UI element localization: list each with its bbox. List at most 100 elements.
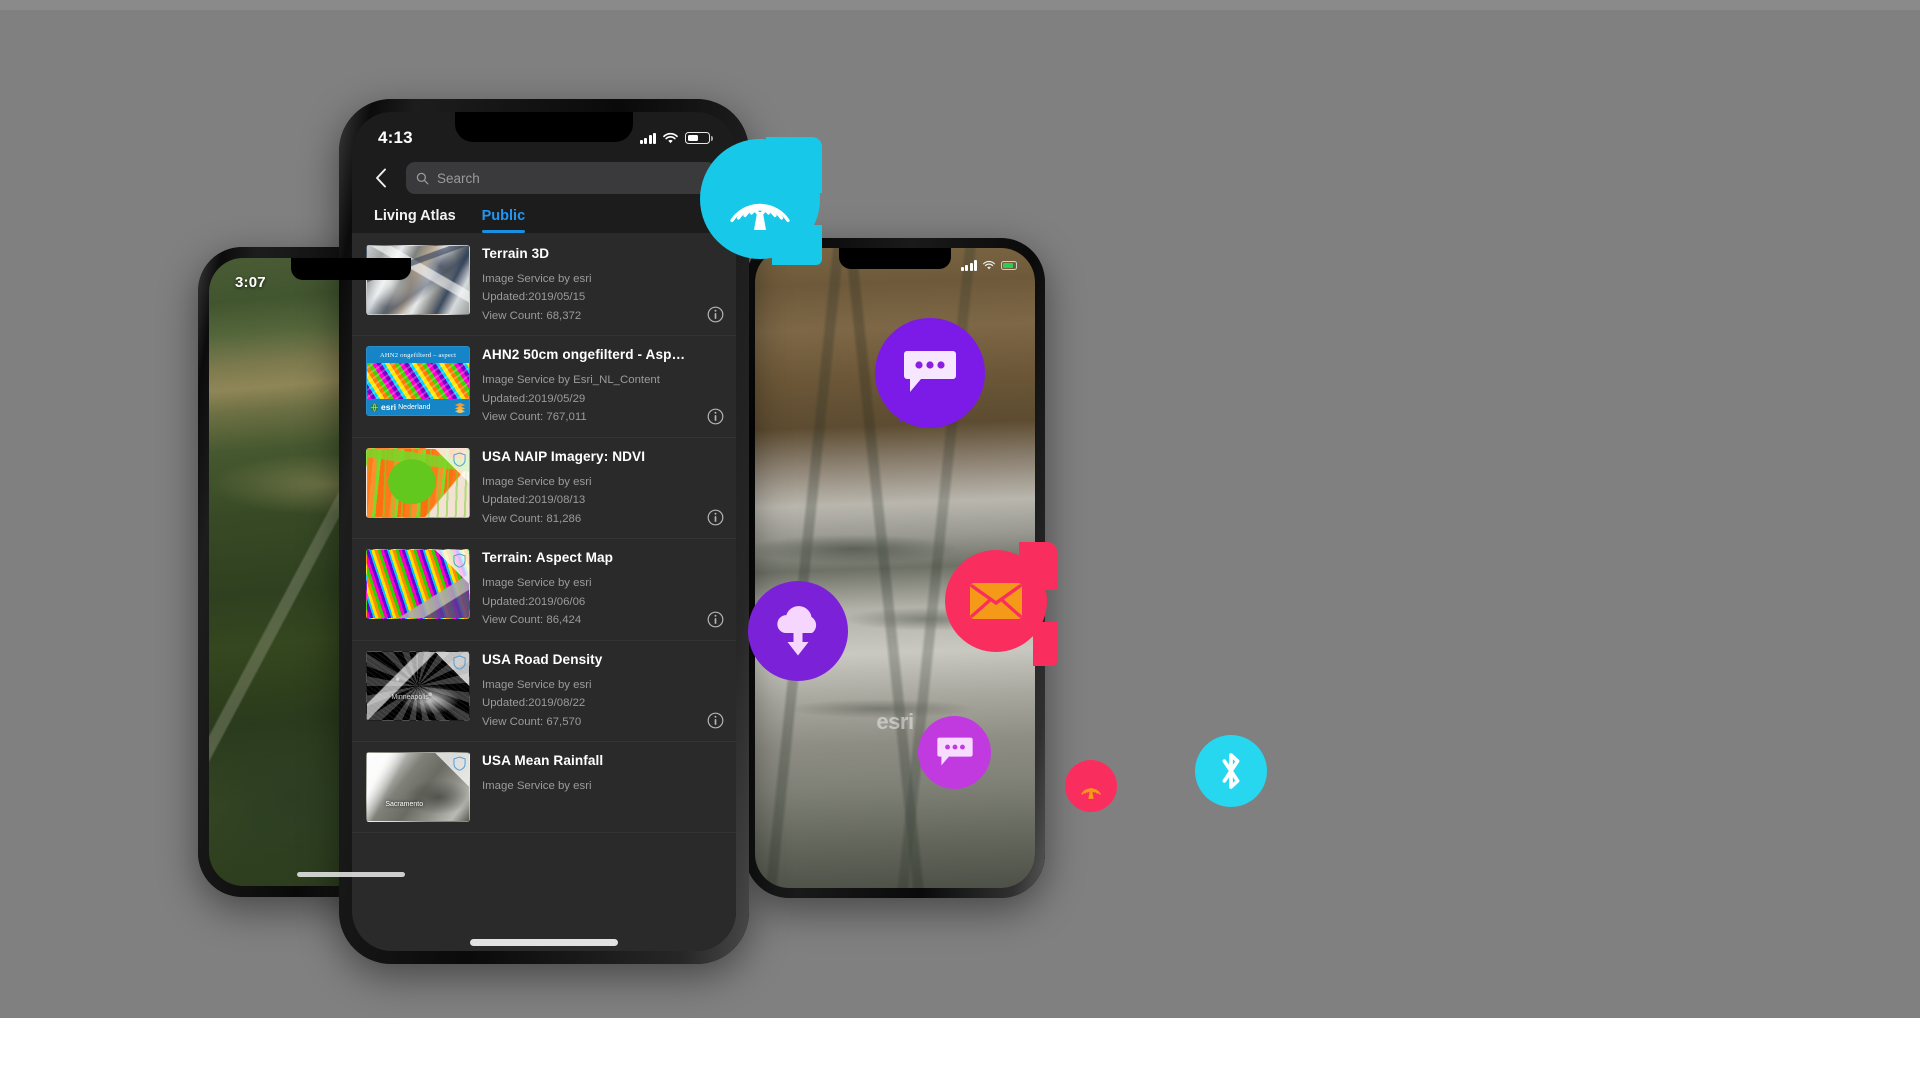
notch: [290, 258, 411, 280]
item-title: Terrain 3D: [482, 246, 550, 261]
tab-public[interactable]: Public: [481, 208, 526, 233]
badge-bubble: [1065, 760, 1117, 812]
wifi-icon: [982, 260, 996, 270]
thumbnail-art: [367, 363, 469, 400]
bluetooth-badge[interactable]: [1195, 735, 1267, 807]
table-row[interactable]: Terrain: Aspect Map Image Service by esr…: [352, 539, 736, 641]
mail-badge[interactable]: [945, 542, 1057, 666]
broadcast-badge-small[interactable]: [1065, 760, 1117, 812]
phone-screen: 4:13 Search Living Atlas Public Terrain …: [352, 112, 736, 951]
badge-bubble: [918, 716, 991, 789]
table-row[interactable]: Sacramento USA Mean Rainfall Image Servi…: [352, 742, 736, 834]
item-service: Image Service by esri: [482, 273, 592, 285]
badge-bubble: [700, 137, 822, 265]
item-service: Image Service by Esri_NL_Content: [482, 374, 660, 387]
chat-badge-small[interactable]: [918, 716, 991, 789]
info-circle-icon[interactable]: [707, 712, 724, 729]
esri-region: Nederland: [398, 403, 431, 411]
item-views: View Count: 81,286: [482, 512, 582, 525]
info-circle-icon[interactable]: [707, 611, 724, 628]
item-updated: Updated:2019/08/13: [482, 494, 586, 507]
top-band: [0, 0, 1920, 10]
shield-icon: [453, 756, 466, 771]
scene-stage: 3:07 esri 4:13 Search Living Atlas Publi…: [0, 0, 1920, 1080]
tab-label: Public: [481, 208, 526, 224]
item-views: View Count: 767,011: [482, 411, 587, 424]
table-row[interactable]: AHN2 ongefilterd – aspect esri Nederland: [352, 336, 736, 438]
item-meta: USA Road Density Image Service by esri U…: [482, 651, 722, 731]
item-meta: USA Mean Rainfall Image Service by esri: [482, 752, 722, 795]
item-title: USA Road Density: [482, 651, 603, 667]
notch: [839, 248, 951, 269]
results-list-inner: Terrain 3D Image Service by esri Updated…: [352, 233, 736, 951]
chat-bubble-icon: [936, 737, 973, 766]
item-thumbnail: AHN2 ongefilterd – aspect esri Nederland: [366, 346, 470, 417]
app-ui: 4:13 Search Living Atlas Public Terrain …: [352, 112, 736, 951]
item-meta: AHN2 50cm ongefilterd - Asp… Image Servi…: [482, 346, 722, 426]
bluetooth-icon: [1222, 753, 1240, 789]
item-thumbnail: [366, 447, 470, 518]
wifi-icon: [663, 132, 678, 143]
item-meta: Terrain: Aspect Map Image Service by esr…: [482, 549, 722, 629]
thumbnail-label: Minneapolis: [391, 693, 429, 701]
search-input[interactable]: Search: [406, 162, 716, 194]
cloud-download-icon: [777, 606, 817, 656]
chat-bubble-icon: [904, 351, 956, 392]
info-circle-icon[interactable]: [707, 408, 724, 425]
table-row[interactable]: Minneapolis USA Road Density Image Servi…: [352, 641, 736, 743]
broadcast-icon: [1081, 788, 1101, 799]
item-thumbnail: [366, 549, 470, 620]
thumbnail-footer: esri Nederland: [367, 399, 469, 416]
notch: [455, 112, 633, 142]
item-service: Image Service by esri: [482, 577, 592, 590]
badge-bubble: [945, 542, 1057, 666]
thumbnail-header: AHN2 ongefilterd – aspect: [367, 347, 469, 364]
chat-badge-violet[interactable]: [875, 318, 985, 428]
tab-living-atlas[interactable]: Living Atlas: [374, 208, 456, 233]
shield-icon: [453, 655, 466, 670]
broadcast-badge-cyan[interactable]: [700, 137, 822, 265]
shield-icon: [453, 553, 466, 568]
item-title: USA NAIP Imagery: NDVI: [482, 448, 646, 464]
status-bar: [960, 260, 1017, 271]
table-row[interactable]: USA NAIP Imagery: NDVI Image Service by …: [352, 438, 736, 540]
info-circle-icon[interactable]: [707, 306, 724, 323]
globe-icon: [370, 403, 379, 412]
bottom-band: [0, 1018, 1920, 1080]
battery-icon: [1001, 261, 1017, 270]
item-service: Image Service by esri: [482, 780, 592, 793]
bubble-tail-upper: [1019, 542, 1057, 590]
shield-icon: [453, 452, 466, 467]
cellular-bars-icon: [639, 132, 656, 144]
item-updated: Updated:2019/05/29: [482, 392, 586, 405]
search-placeholder: Search: [437, 170, 480, 186]
foreground-phone: 4:13 Search Living Atlas Public Terrain …: [339, 99, 749, 964]
item-meta: Terrain 3D Image Service by esri Updated…: [482, 245, 722, 325]
item-thumbnail: Minneapolis: [366, 650, 470, 721]
layers-icon: [454, 402, 466, 413]
item-service: Image Service by esri: [482, 475, 592, 488]
scrollbar-thumb[interactable]: [470, 939, 618, 946]
envelope-icon: [970, 583, 1022, 619]
item-updated: Updated:2019/06/06: [482, 595, 586, 608]
esri-watermark: esri: [876, 708, 914, 734]
tab-label: Living Atlas: [374, 208, 456, 224]
info-circle-icon[interactable]: [707, 509, 724, 526]
back-button[interactable]: [368, 163, 394, 193]
chevron-left-icon: [376, 168, 386, 188]
cellular-bars-icon: [960, 260, 977, 271]
cloud-download-badge[interactable]: [748, 581, 848, 681]
badge-bubble: [748, 581, 848, 681]
esri-brand: esri: [381, 402, 397, 413]
badge-bubble: [1195, 735, 1267, 807]
results-list[interactable]: Terrain 3D Image Service by esri Updated…: [352, 233, 736, 951]
bubble-tail-lower: [1033, 622, 1057, 666]
item-title: AHN2 50cm ongefilterd - Asp…: [482, 347, 686, 363]
item-views: View Count: 68,372: [482, 309, 582, 322]
home-indicator: [296, 872, 405, 877]
search-row: Search: [352, 158, 736, 206]
item-thumbnail: [366, 245, 470, 315]
item-meta: USA NAIP Imagery: NDVI Image Service by …: [482, 448, 722, 528]
table-row[interactable]: Terrain 3D Image Service by esri Updated…: [352, 235, 736, 337]
badge-bubble: [875, 318, 985, 428]
